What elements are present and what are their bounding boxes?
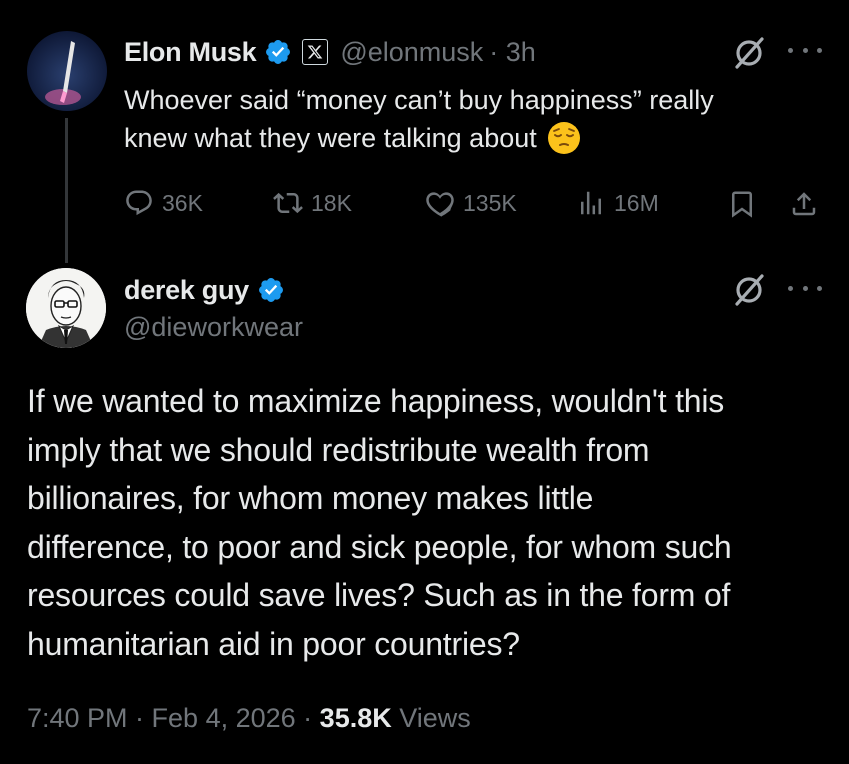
thread-line [65, 118, 68, 263]
text-line: If we wanted to maximize happiness, woul… [27, 383, 725, 419]
repost-count: 18K [311, 189, 352, 216]
grok-glyph [735, 37, 764, 69]
author-name[interactable]: Elon Musk [124, 37, 257, 68]
reply-metric[interactable]: 36K [124, 188, 203, 218]
timestamp[interactable]: 7:40 PM · Feb 4, 2026 · [27, 703, 312, 733]
views-icon [581, 191, 601, 215]
like-icon [426, 192, 454, 217]
more-icon[interactable] [788, 37, 822, 63]
post-time[interactable]: · 3h [489, 37, 536, 68]
views-label: Views [399, 703, 471, 733]
elon-avatar[interactable] [27, 31, 107, 111]
text-line: resources could save lives? Such as in t… [27, 577, 731, 613]
more-icon[interactable] [788, 275, 822, 301]
verified-badge-icon [264, 38, 292, 66]
author-name[interactable]: derek guy [124, 275, 249, 306]
text-line: imply that we should redistribute wealth… [27, 431, 650, 468]
bookmark-icon[interactable] [727, 189, 757, 219]
tweet-text: If we wanted to maximize happiness, woul… [27, 377, 837, 668]
rocket-avatar-image [27, 31, 107, 111]
author-handle[interactable]: @dieworkwear [124, 312, 303, 343]
text-line: Whoever said “money can’t buy happiness”… [124, 85, 714, 115]
reply-to-text: Whoever said “money can’t buy happiness”… [124, 81, 834, 157]
x-logo-icon [302, 39, 329, 65]
views-metric[interactable]: 16M [576, 188, 659, 218]
share-icon[interactable] [789, 189, 819, 219]
text-line: difference, to poor and sick people, for… [27, 528, 732, 565]
views-count: 35.8K [319, 703, 392, 733]
text-line-2: knew what they were talking about [124, 119, 834, 157]
text-line: billionaires, for whom money makes littl… [27, 480, 594, 516]
sketch-portrait-image [26, 268, 106, 348]
text-line: humanitarian aid in poor countries? [27, 625, 520, 662]
derek-header: derek guy [124, 272, 285, 308]
reply-count: 36K [162, 189, 203, 216]
repost-icon [273, 192, 303, 214]
reply-icon [126, 190, 152, 216]
pensive-emoji [547, 121, 581, 155]
elon-header: Elon Musk @elonmusk · 3h [124, 34, 536, 70]
text-line: knew what they were talking about [124, 123, 537, 153]
tweet-footer: 7:40 PM · Feb 4, 2026 · 35.8K Views [27, 703, 471, 734]
grok-icon[interactable] [731, 34, 767, 70]
views-count: 16M [614, 189, 659, 216]
verified-badge-icon [257, 276, 285, 304]
repost-metric[interactable]: 18K [273, 188, 352, 218]
like-count: 135K [463, 189, 517, 216]
derek-avatar[interactable] [26, 268, 106, 348]
like-metric[interactable]: 135K [425, 188, 517, 218]
author-handle[interactable]: @elonmusk [340, 37, 483, 68]
grok-glyph [735, 274, 764, 306]
grok-icon[interactable] [731, 271, 767, 307]
